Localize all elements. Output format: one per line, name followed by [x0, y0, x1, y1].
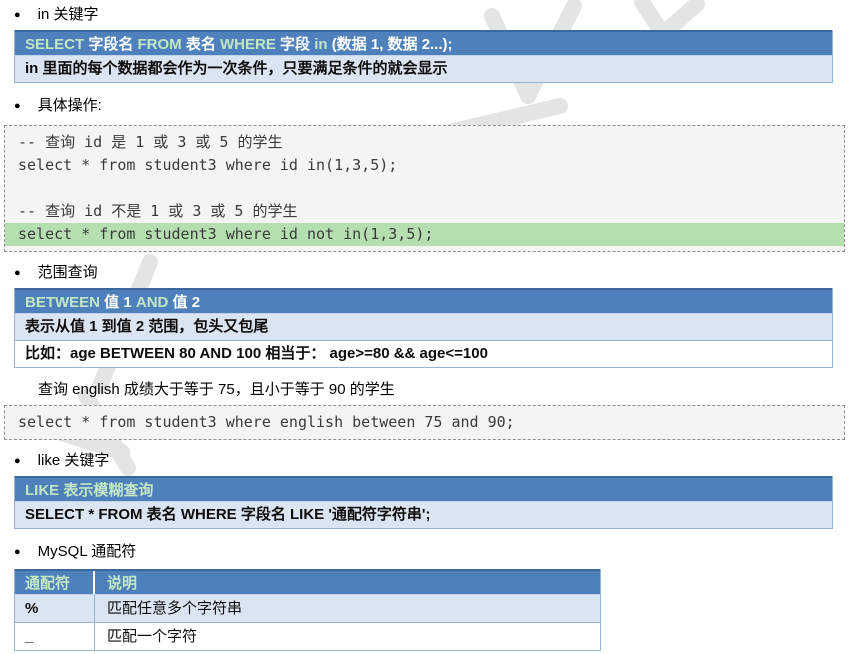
sql-operand: 表名: [185, 36, 221, 53]
code-sql-line: select * from student3 where english bet…: [18, 413, 515, 431]
code-block-between-example: select * from student3 where english bet…: [4, 405, 845, 440]
bullet-icon: ●: [14, 9, 21, 21]
bullet-item-in-keyword: ● in 关键字: [14, 2, 849, 28]
wildcard-table: 通配符 说明 % 匹配任意多个字符串 _ 匹配一个字符: [14, 569, 601, 651]
bullet-label-range-query: 范围查询: [37, 264, 98, 281]
page-content: ● in 关键字 SELECT 字段名 FROM 表名 WHERE 字段 in …: [0, 2, 849, 654]
description-col-header: 说明: [107, 575, 138, 592]
table-row-underscore: _ 匹配一个字符: [15, 622, 600, 650]
bullet-item-mysql-wildcard: ● MySQL 通配符: [14, 539, 849, 565]
sql-operand: 字段名: [88, 36, 138, 53]
document-page: ● in 关键字 SELECT 字段名 FROM 表名 WHERE 字段 in …: [0, 0, 849, 654]
like-syntax-table: LIKE 表示模糊查询 SELECT * FROM 表名 WHERE 字段名 L…: [14, 476, 833, 529]
like-syntax-header: LIKE 表示模糊查询: [15, 476, 832, 501]
bullet-icon: ●: [14, 546, 21, 558]
code-sql-line: select * from student3 where id in(1,3,5…: [18, 156, 398, 174]
sql-keyword: AND: [135, 294, 173, 311]
between-syntax-header: BETWEEN 值 1 AND 值 2: [15, 288, 832, 313]
sql-keyword: in: [314, 36, 332, 53]
sql-operand: 值 2: [172, 294, 201, 311]
bullet-icon: ●: [14, 267, 21, 279]
between-example-row: 比如：age BETWEEN 80 AND 100 相当于： age>=80 &…: [15, 340, 832, 367]
in-syntax-header: SELECT 字段名 FROM 表名 WHERE 字段 in (数据 1, 数据…: [15, 30, 832, 55]
in-description-row: in 里面的每个数据都会作为一次条件，只要满足条件的就会显示: [15, 55, 832, 82]
code-comment-line: -- 查询 id 是 1 或 3 或 5 的学生: [18, 133, 283, 151]
code-comment-line: -- 查询 id 不是 1 或 3 或 5 的学生: [18, 202, 298, 220]
sql-keyword: FROM: [137, 36, 186, 53]
sql-keyword: LIKE 表示模糊查询: [25, 482, 154, 499]
bullet-item-like-keyword: ● like 关键字: [14, 448, 849, 474]
wildcard-description: 匹配任意多个字符串: [107, 600, 243, 617]
bullet-label-operations: 具体操作:: [37, 97, 102, 114]
sql-keyword: WHERE: [220, 36, 281, 53]
wildcard-symbol: _: [15, 623, 95, 650]
sql-operand: 字段: [280, 36, 315, 53]
in-syntax-table: SELECT 字段名 FROM 表名 WHERE 字段 in (数据 1, 数据…: [14, 30, 833, 83]
bullet-icon: ●: [14, 455, 21, 467]
wildcard-description: 匹配一个字符: [107, 628, 198, 645]
bullet-label-mysql-wildcard: MySQL 通配符: [37, 543, 137, 560]
bullet-icon: ●: [14, 100, 21, 112]
code-block-in-examples: -- 查询 id 是 1 或 3 或 5 的学生 select * from s…: [4, 125, 845, 252]
sql-keyword: SELECT: [25, 36, 89, 53]
like-syntax-row: SELECT * FROM 表名 WHERE 字段名 LIKE '通配符字符串'…: [15, 501, 832, 528]
wildcard-symbol: %: [15, 595, 95, 622]
code-sql-line-highlighted: select * from student3 where id not in(1…: [5, 223, 844, 246]
english-range-note: 查询 english 成绩大于等于 75，且小于等于 90 的学生: [38, 381, 395, 398]
bullet-item-range-query: ● 范围查询: [14, 260, 849, 286]
between-description-row: 表示从值 1 到值 2 范围，包头又包尾: [15, 313, 832, 340]
sql-operand: 值 1: [104, 294, 136, 311]
bullet-label-like-keyword: like 关键字: [37, 452, 110, 469]
table-row-percent: % 匹配任意多个字符串: [15, 594, 600, 622]
sql-keyword: BETWEEN: [25, 294, 105, 311]
bullet-label-in-keyword: in 关键字: [37, 6, 99, 23]
bullet-item-operations: ● 具体操作:: [14, 93, 849, 119]
sql-operand: (数据 1, 数据 2...);: [331, 36, 453, 53]
wildcard-table-header: 通配符 说明: [15, 569, 600, 594]
between-syntax-table: BETWEEN 值 1 AND 值 2 表示从值 1 到值 2 范围，包头又包尾…: [14, 288, 833, 368]
wildcard-col-header: 通配符: [15, 571, 95, 594]
